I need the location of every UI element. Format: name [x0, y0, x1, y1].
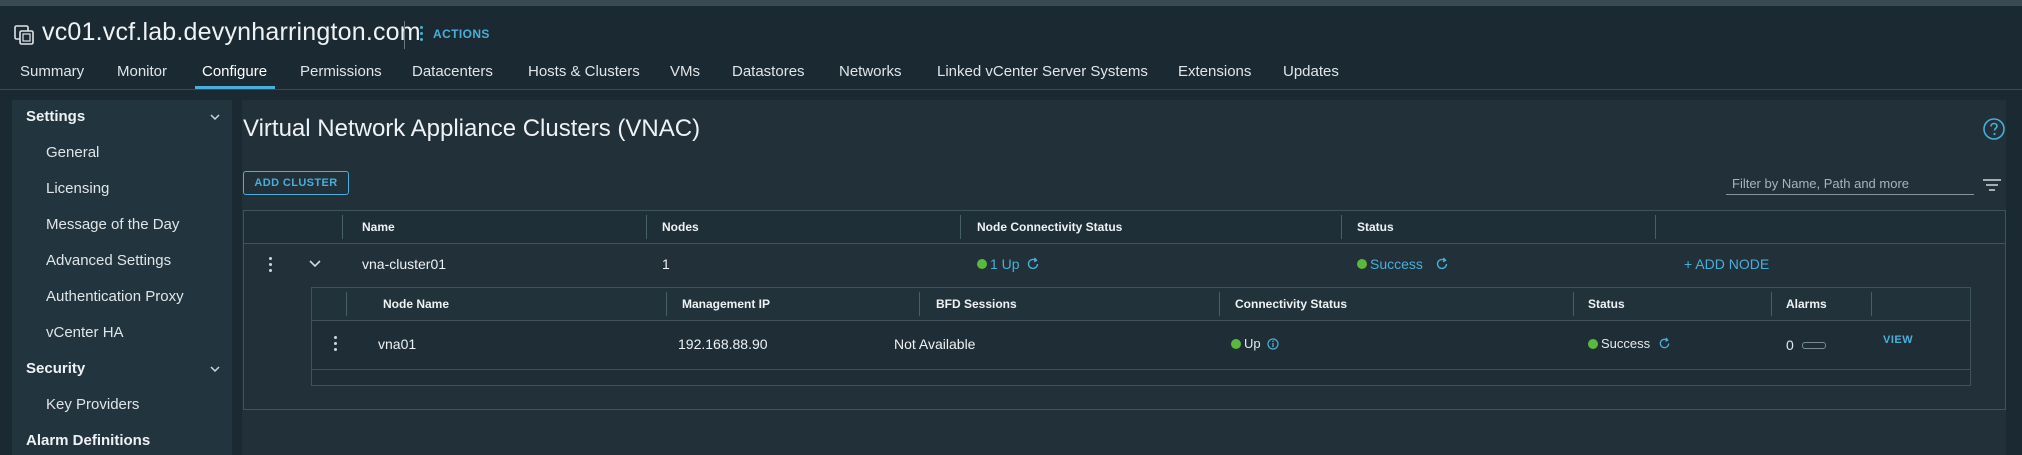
status-dot-icon — [1588, 338, 1598, 349]
column-header-alarms[interactable]: Alarms — [1786, 297, 1827, 311]
tab-bar: Summary Monitor Configure Permissions Da… — [0, 57, 2022, 89]
column-header-node-name[interactable]: Node Name — [383, 297, 449, 311]
status-dot-icon — [1357, 259, 1367, 269]
cluster-status[interactable]: Success — [1357, 256, 1449, 272]
refresh-icon[interactable] — [1435, 257, 1449, 271]
column-divider — [1655, 215, 1656, 239]
node-actions-kebab-icon[interactable] — [334, 336, 337, 351]
chevron-down-icon[interactable] — [309, 259, 321, 269]
tab-configure[interactable]: Configure — [202, 63, 267, 80]
column-divider — [1871, 292, 1872, 316]
column-header-node-status[interactable]: Status — [1588, 297, 1625, 311]
page-title: Virtual Network Appliance Clusters (VNAC… — [243, 115, 701, 142]
column-divider — [1573, 292, 1574, 316]
cluster-datagrid: Name Nodes Node Connectivity Status Stat… — [243, 210, 2006, 410]
info-icon[interactable] — [1267, 337, 1279, 350]
sidebar-item-vcenter-ha[interactable]: vCenter HA — [46, 324, 124, 341]
header-divider — [404, 21, 405, 49]
vcenter-icon — [14, 25, 34, 45]
view-node-link[interactable]: VIEW — [1883, 334, 1913, 346]
sidebar-item-advanced-settings[interactable]: Advanced Settings — [46, 252, 171, 269]
sidebar-item-authentication-proxy[interactable]: Authentication Proxy — [46, 288, 184, 305]
tabs-divider — [0, 89, 2022, 90]
node-connectivity-status: Up — [1231, 336, 1279, 351]
actions-button[interactable]: ACTIONS — [420, 26, 490, 41]
column-header-management-ip[interactable]: Management IP — [682, 297, 770, 311]
column-divider — [1771, 292, 1772, 316]
column-divider — [342, 215, 343, 239]
tab-monitor[interactable]: Monitor — [117, 63, 167, 80]
node-status: Success — [1588, 336, 1671, 351]
column-header-nodes[interactable]: Nodes — [662, 220, 699, 234]
sidebar-group-settings[interactable]: Settings — [26, 108, 85, 125]
help-icon[interactable] — [1982, 117, 2006, 141]
sidebar-item-key-providers[interactable]: Key Providers — [46, 396, 139, 413]
tab-hosts-clusters[interactable]: Hosts & Clusters — [528, 63, 640, 80]
column-header-node-connectivity[interactable]: Node Connectivity Status — [977, 220, 1122, 234]
sidebar: Settings General Licensing Message of th… — [12, 100, 232, 455]
tab-networks[interactable]: Networks — [839, 63, 902, 80]
actions-label: ACTIONS — [433, 26, 490, 41]
page-object-title: vc01.vcf.lab.devynharrington.com — [42, 18, 421, 46]
column-divider — [666, 292, 667, 316]
tab-summary[interactable]: Summary — [20, 63, 84, 80]
node-bfd-sessions: Not Available — [894, 336, 976, 352]
tab-datastores[interactable]: Datastores — [732, 63, 805, 80]
status-dot-icon — [977, 259, 987, 269]
add-node-link[interactable]: + ADD NODE — [1684, 256, 1769, 272]
chevron-down-icon[interactable] — [210, 364, 220, 374]
tab-linked-vcenter[interactable]: Linked vCenter Server Systems — [937, 63, 1148, 80]
node-row: vna01 192.168.88.90 Not Available Up Suc… — [312, 320, 1970, 370]
tab-extensions[interactable]: Extensions — [1178, 63, 1251, 80]
column-divider — [346, 292, 347, 316]
alarm-bar — [1801, 341, 1826, 349]
refresh-icon[interactable] — [1658, 337, 1671, 350]
status-dot-icon — [1231, 338, 1241, 349]
node-connectivity-status[interactable]: 1 Up — [977, 256, 1040, 272]
node-name: vna01 — [378, 336, 417, 352]
node-alarms: 0 — [1786, 337, 1826, 353]
node-datagrid: Node Name Management IP BFD Sessions Con… — [311, 287, 1971, 386]
kebab-icon — [420, 26, 423, 41]
sidebar-item-general[interactable]: General — [46, 144, 99, 161]
column-header-bfd-sessions[interactable]: BFD Sessions — [936, 297, 1017, 311]
tab-datacenters[interactable]: Datacenters — [412, 63, 493, 80]
column-divider — [646, 215, 647, 239]
chevron-down-icon[interactable] — [210, 112, 220, 122]
sidebar-group-security[interactable]: Security — [26, 360, 85, 377]
column-header-connectivity-status[interactable]: Connectivity Status — [1235, 297, 1347, 311]
datagrid-header: Name Nodes Node Connectivity Status Stat… — [244, 211, 2005, 244]
tab-permissions[interactable]: Permissions — [300, 63, 382, 80]
filter-icon[interactable] — [1982, 178, 2002, 192]
column-divider — [1341, 215, 1342, 239]
tab-updates[interactable]: Updates — [1283, 63, 1339, 80]
sidebar-item-message-of-the-day[interactable]: Message of the Day — [46, 216, 179, 233]
refresh-icon[interactable] — [1026, 257, 1040, 271]
add-cluster-button[interactable]: ADD CLUSTER — [243, 171, 349, 195]
cluster-name: vna-cluster01 — [362, 256, 447, 272]
filter-input[interactable] — [1726, 173, 1974, 195]
column-header-status[interactable]: Status — [1357, 220, 1394, 234]
sidebar-item-licensing[interactable]: Licensing — [46, 180, 109, 197]
row-actions-kebab-icon[interactable] — [269, 257, 272, 272]
column-divider — [919, 292, 920, 316]
column-header-name[interactable]: Name — [362, 220, 395, 234]
tab-vms[interactable]: VMs — [670, 63, 700, 80]
node-datagrid-header: Node Name Management IP BFD Sessions Con… — [312, 288, 1970, 321]
column-divider — [960, 215, 961, 239]
cluster-node-count: 1 — [662, 256, 670, 272]
node-management-ip: 192.168.88.90 — [678, 336, 768, 352]
datagrid-footer-divider — [244, 409, 2005, 410]
column-divider — [1219, 292, 1220, 316]
sidebar-group-alarm-definitions[interactable]: Alarm Definitions — [26, 432, 150, 449]
